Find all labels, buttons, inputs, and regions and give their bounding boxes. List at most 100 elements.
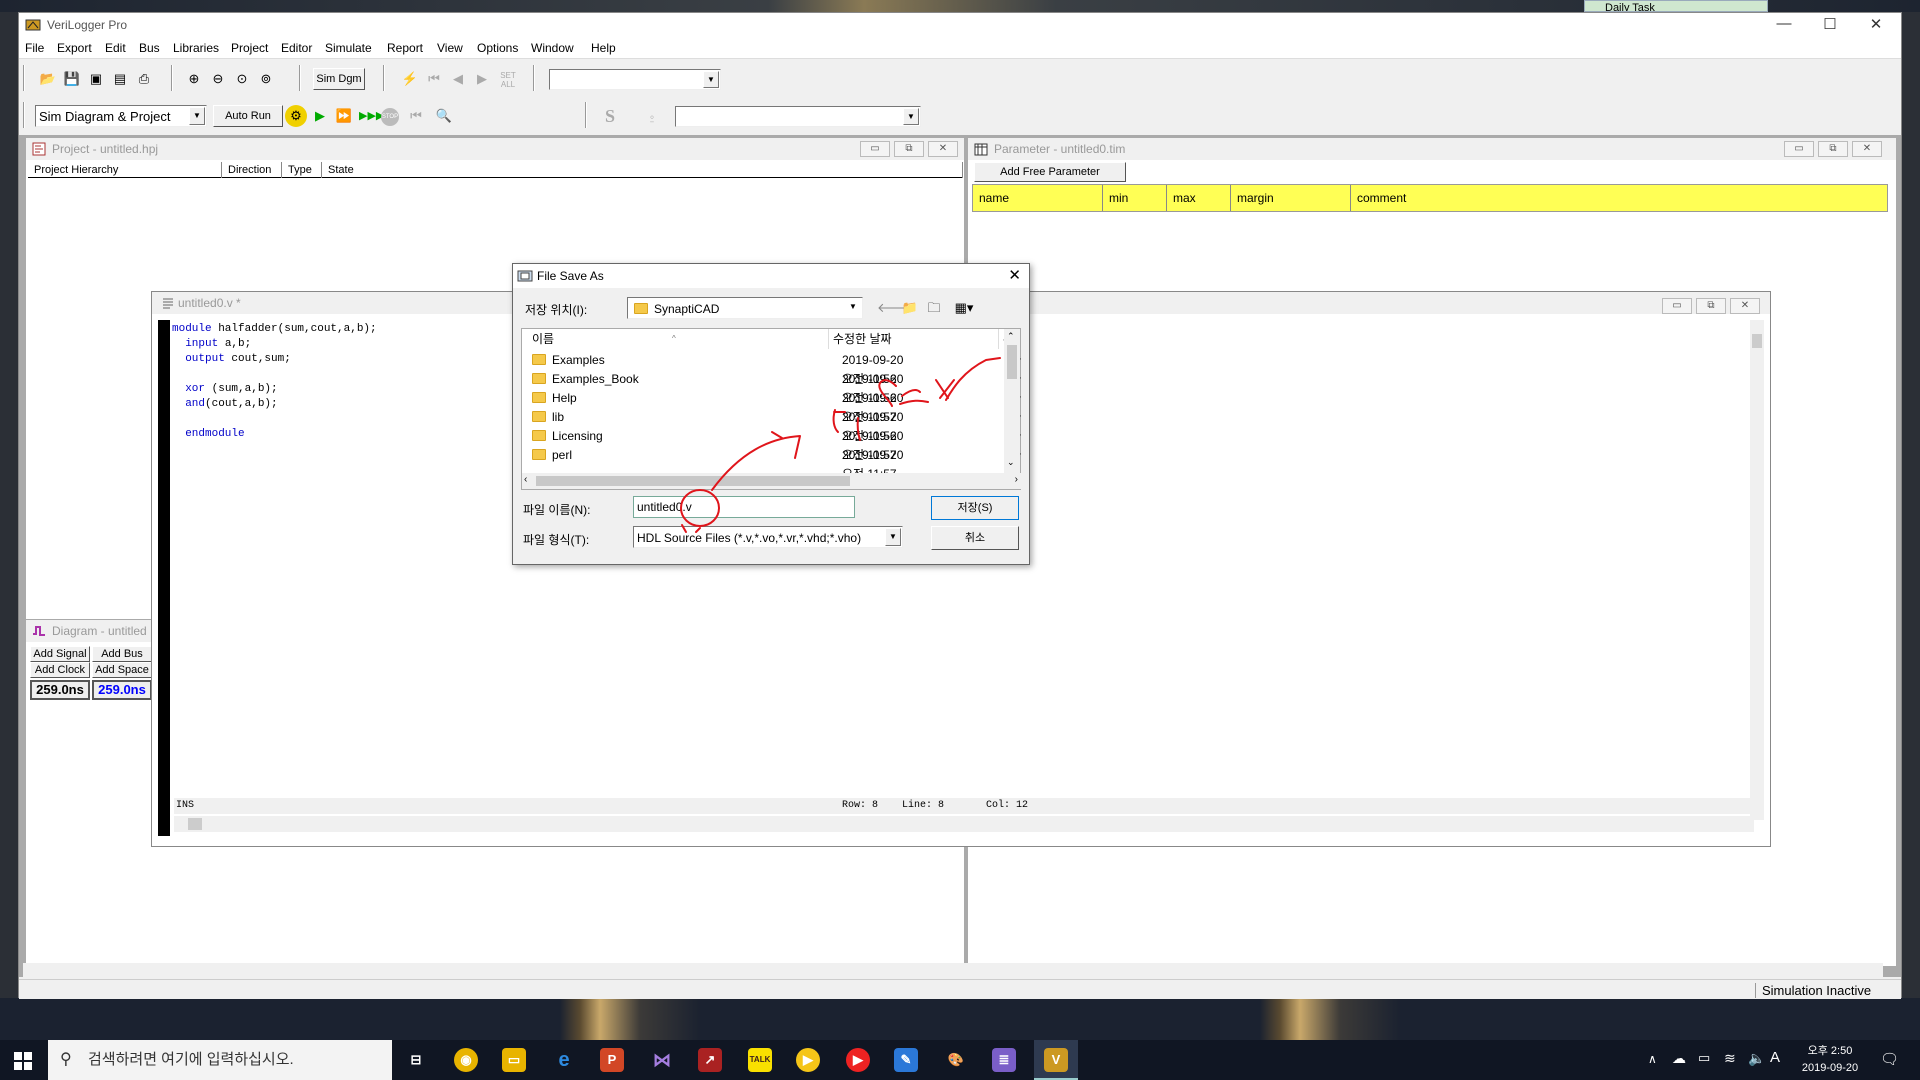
chevron-down-icon[interactable]: ▼ — [703, 71, 719, 88]
chevron-down-icon[interactable]: ▼ — [885, 528, 901, 546]
visual-studio-icon[interactable]: ⋈ — [650, 1048, 674, 1072]
wifi-icon[interactable]: ≋ — [1724, 1050, 1736, 1067]
toolbar-combo-2[interactable]: ▼ — [675, 106, 921, 127]
column-project-hierarchy[interactable]: Project Hierarchy — [28, 162, 222, 178]
main-horizontal-scrollbar[interactable] — [23, 963, 1883, 977]
new-folder-icon[interactable]: 🗀 — [923, 297, 945, 319]
file-list-horizontal-scrollbar[interactable]: ‹ › — [522, 473, 1022, 489]
set-all-label[interactable]: SET ALL — [497, 71, 519, 89]
filetype-select[interactable]: HDL Source Files (*.v,*.vo,*.vr,*.vhd;*.… — [633, 526, 903, 548]
video-player-icon[interactable]: ▶ — [846, 1048, 870, 1072]
reset-icon[interactable]: ⏮ — [405, 105, 427, 127]
editor-horizontal-scrollbar[interactable] — [174, 816, 1754, 832]
list-item[interactable]: perl2019-09-20 오전 11:57파 — [532, 446, 1021, 481]
toolbar-combo-1[interactable]: ▼ — [549, 69, 721, 90]
menu-export[interactable]: Export — [57, 41, 92, 55]
back-icon[interactable]: 🡐 — [877, 297, 912, 319]
prev-marker-icon[interactable]: ◀ — [447, 68, 469, 90]
add-free-parameter-button[interactable]: Add Free Parameter — [974, 162, 1126, 182]
minimize-button[interactable]: — — [1761, 15, 1807, 32]
file-explorer-icon[interactable]: ▭ — [502, 1048, 526, 1072]
volume-icon[interactable]: 🔈 — [1748, 1050, 1765, 1067]
close-icon[interactable]: ✕ — [1008, 266, 1021, 284]
menu-file[interactable]: File — [25, 41, 44, 55]
run-compile-icon[interactable]: ⚙ — [285, 105, 307, 127]
add-bus-button[interactable]: Add Bus — [92, 646, 152, 662]
app-red-icon[interactable]: ↗ — [698, 1048, 722, 1072]
minimize-icon[interactable]: ▭ — [1662, 298, 1692, 314]
daily-task-widget[interactable]: Daily Task — [1584, 0, 1768, 12]
onedrive-icon[interactable]: ☁ — [1672, 1050, 1686, 1067]
edge-icon[interactable]: e — [552, 1048, 576, 1072]
ime-indicator[interactable]: A — [1770, 1049, 1780, 1066]
filename-input[interactable] — [633, 496, 855, 518]
column-max[interactable]: max — [1167, 185, 1231, 211]
mode-select[interactable]: Sim Diagram & Project ▼ — [35, 105, 207, 127]
location-select[interactable]: SynaptiCAD ▼ — [627, 297, 863, 319]
view-menu-icon[interactable]: ▦▾ — [949, 297, 979, 319]
add-space-button[interactable]: Add Space — [92, 662, 152, 678]
close-button[interactable]: ✕ — [1853, 15, 1899, 33]
column-margin[interactable]: margin — [1231, 185, 1351, 211]
minimize-icon[interactable]: ▭ — [860, 141, 890, 157]
show-hidden-icons-icon[interactable]: ∧ — [1648, 1052, 1657, 1066]
stop-icon[interactable]: STOP — [381, 108, 399, 126]
fast-forward-icon[interactable]: ▶▶▶ — [359, 105, 384, 127]
up-folder-icon[interactable]: 📁 — [899, 297, 921, 319]
kakaotalk-icon[interactable]: TALK — [748, 1048, 772, 1072]
column-type[interactable]: Type — [282, 162, 322, 178]
step-icon[interactable]: ⏩ — [333, 105, 355, 127]
menu-help[interactable]: Help — [591, 41, 616, 55]
close-icon[interactable]: ✕ — [928, 141, 958, 157]
menu-bus[interactable]: Bus — [139, 41, 160, 55]
menu-simulate[interactable]: Simulate — [325, 41, 372, 55]
add-clock-button[interactable]: Add Clock — [30, 662, 90, 678]
save-icon[interactable]: 💾 — [61, 68, 83, 90]
menu-edit[interactable]: Edit — [105, 41, 126, 55]
column-state[interactable]: State — [322, 162, 963, 178]
minimize-icon[interactable]: ▭ — [1784, 141, 1814, 157]
save-button[interactable]: 저장(S) — [931, 496, 1019, 520]
sim-dgm-button[interactable]: Sim Dgm — [313, 68, 365, 90]
restore-icon[interactable]: ⧉ — [894, 141, 924, 157]
menu-window[interactable]: Window — [531, 41, 574, 55]
cancel-button[interactable]: 취소 — [931, 526, 1019, 550]
list-item[interactable]: lib2019-09-20 오전 11:56파 — [532, 408, 1021, 443]
run-icon[interactable]: ▶ — [309, 105, 331, 127]
auto-run-button[interactable]: Auto Run — [213, 105, 283, 127]
maximize-button[interactable]: ☐ — [1807, 15, 1853, 33]
verilogger-taskbar-item[interactable]: V — [1034, 1040, 1078, 1080]
find-icon[interactable]: 🔍 — [433, 105, 455, 127]
notification-icon[interactable]: 🗨 — [1880, 1050, 1899, 1068]
column-min[interactable]: min — [1103, 185, 1167, 211]
chevron-down-icon[interactable]: ▼ — [189, 107, 205, 125]
signal-tool-icon[interactable]: ⍛ — [641, 105, 663, 127]
task-view-icon[interactable]: ⊟ — [404, 1048, 428, 1072]
taskbar-clock[interactable]: 오후 2:50 2019-09-20 — [1796, 1043, 1864, 1077]
header-name[interactable]: 이름 — [532, 329, 554, 349]
menu-options[interactable]: Options — [477, 41, 518, 55]
notepad-icon[interactable]: ≣ — [992, 1048, 1016, 1072]
windows-start-icon[interactable] — [14, 1052, 32, 1070]
media-player-icon[interactable]: ▶ — [796, 1048, 820, 1072]
powerpoint-icon[interactable]: P — [600, 1048, 624, 1072]
zoom-in-icon[interactable]: ⊕ — [183, 68, 205, 90]
calendar-app-icon[interactable]: ✎ — [894, 1048, 918, 1072]
s-label[interactable]: S — [605, 106, 615, 127]
editor-vertical-scrollbar[interactable] — [1750, 320, 1764, 820]
file-list[interactable]: 이름 ^ 수정한 날짜 유 Examples2019-09-20 오전 11:5… — [521, 328, 1022, 490]
lightning-icon[interactable]: ⚡ — [399, 68, 421, 90]
add-signal-button[interactable]: Add Signal — [30, 646, 90, 662]
column-comment[interactable]: comment — [1351, 185, 1887, 211]
list-item[interactable]: Examples2019-09-20 오전 11:56파 — [532, 351, 1021, 386]
chevron-down-icon[interactable]: ▼ — [845, 299, 861, 317]
restore-icon[interactable]: ⧉ — [1696, 298, 1726, 314]
close-icon[interactable]: ✕ — [1730, 298, 1760, 314]
print-preview-icon[interactable]: ▤ — [109, 68, 131, 90]
file-list-vertical-scrollbar[interactable]: ⌃ ⌄ — [1004, 329, 1020, 473]
next-marker-icon[interactable]: ▶ — [471, 68, 493, 90]
chevron-down-icon[interactable]: ▼ — [903, 108, 919, 125]
menu-view[interactable]: View — [437, 41, 463, 55]
list-item[interactable]: Licensing2019-09-20 오전 11:57파 — [532, 427, 1021, 462]
battery-icon[interactable]: ▭ — [1698, 1050, 1710, 1066]
